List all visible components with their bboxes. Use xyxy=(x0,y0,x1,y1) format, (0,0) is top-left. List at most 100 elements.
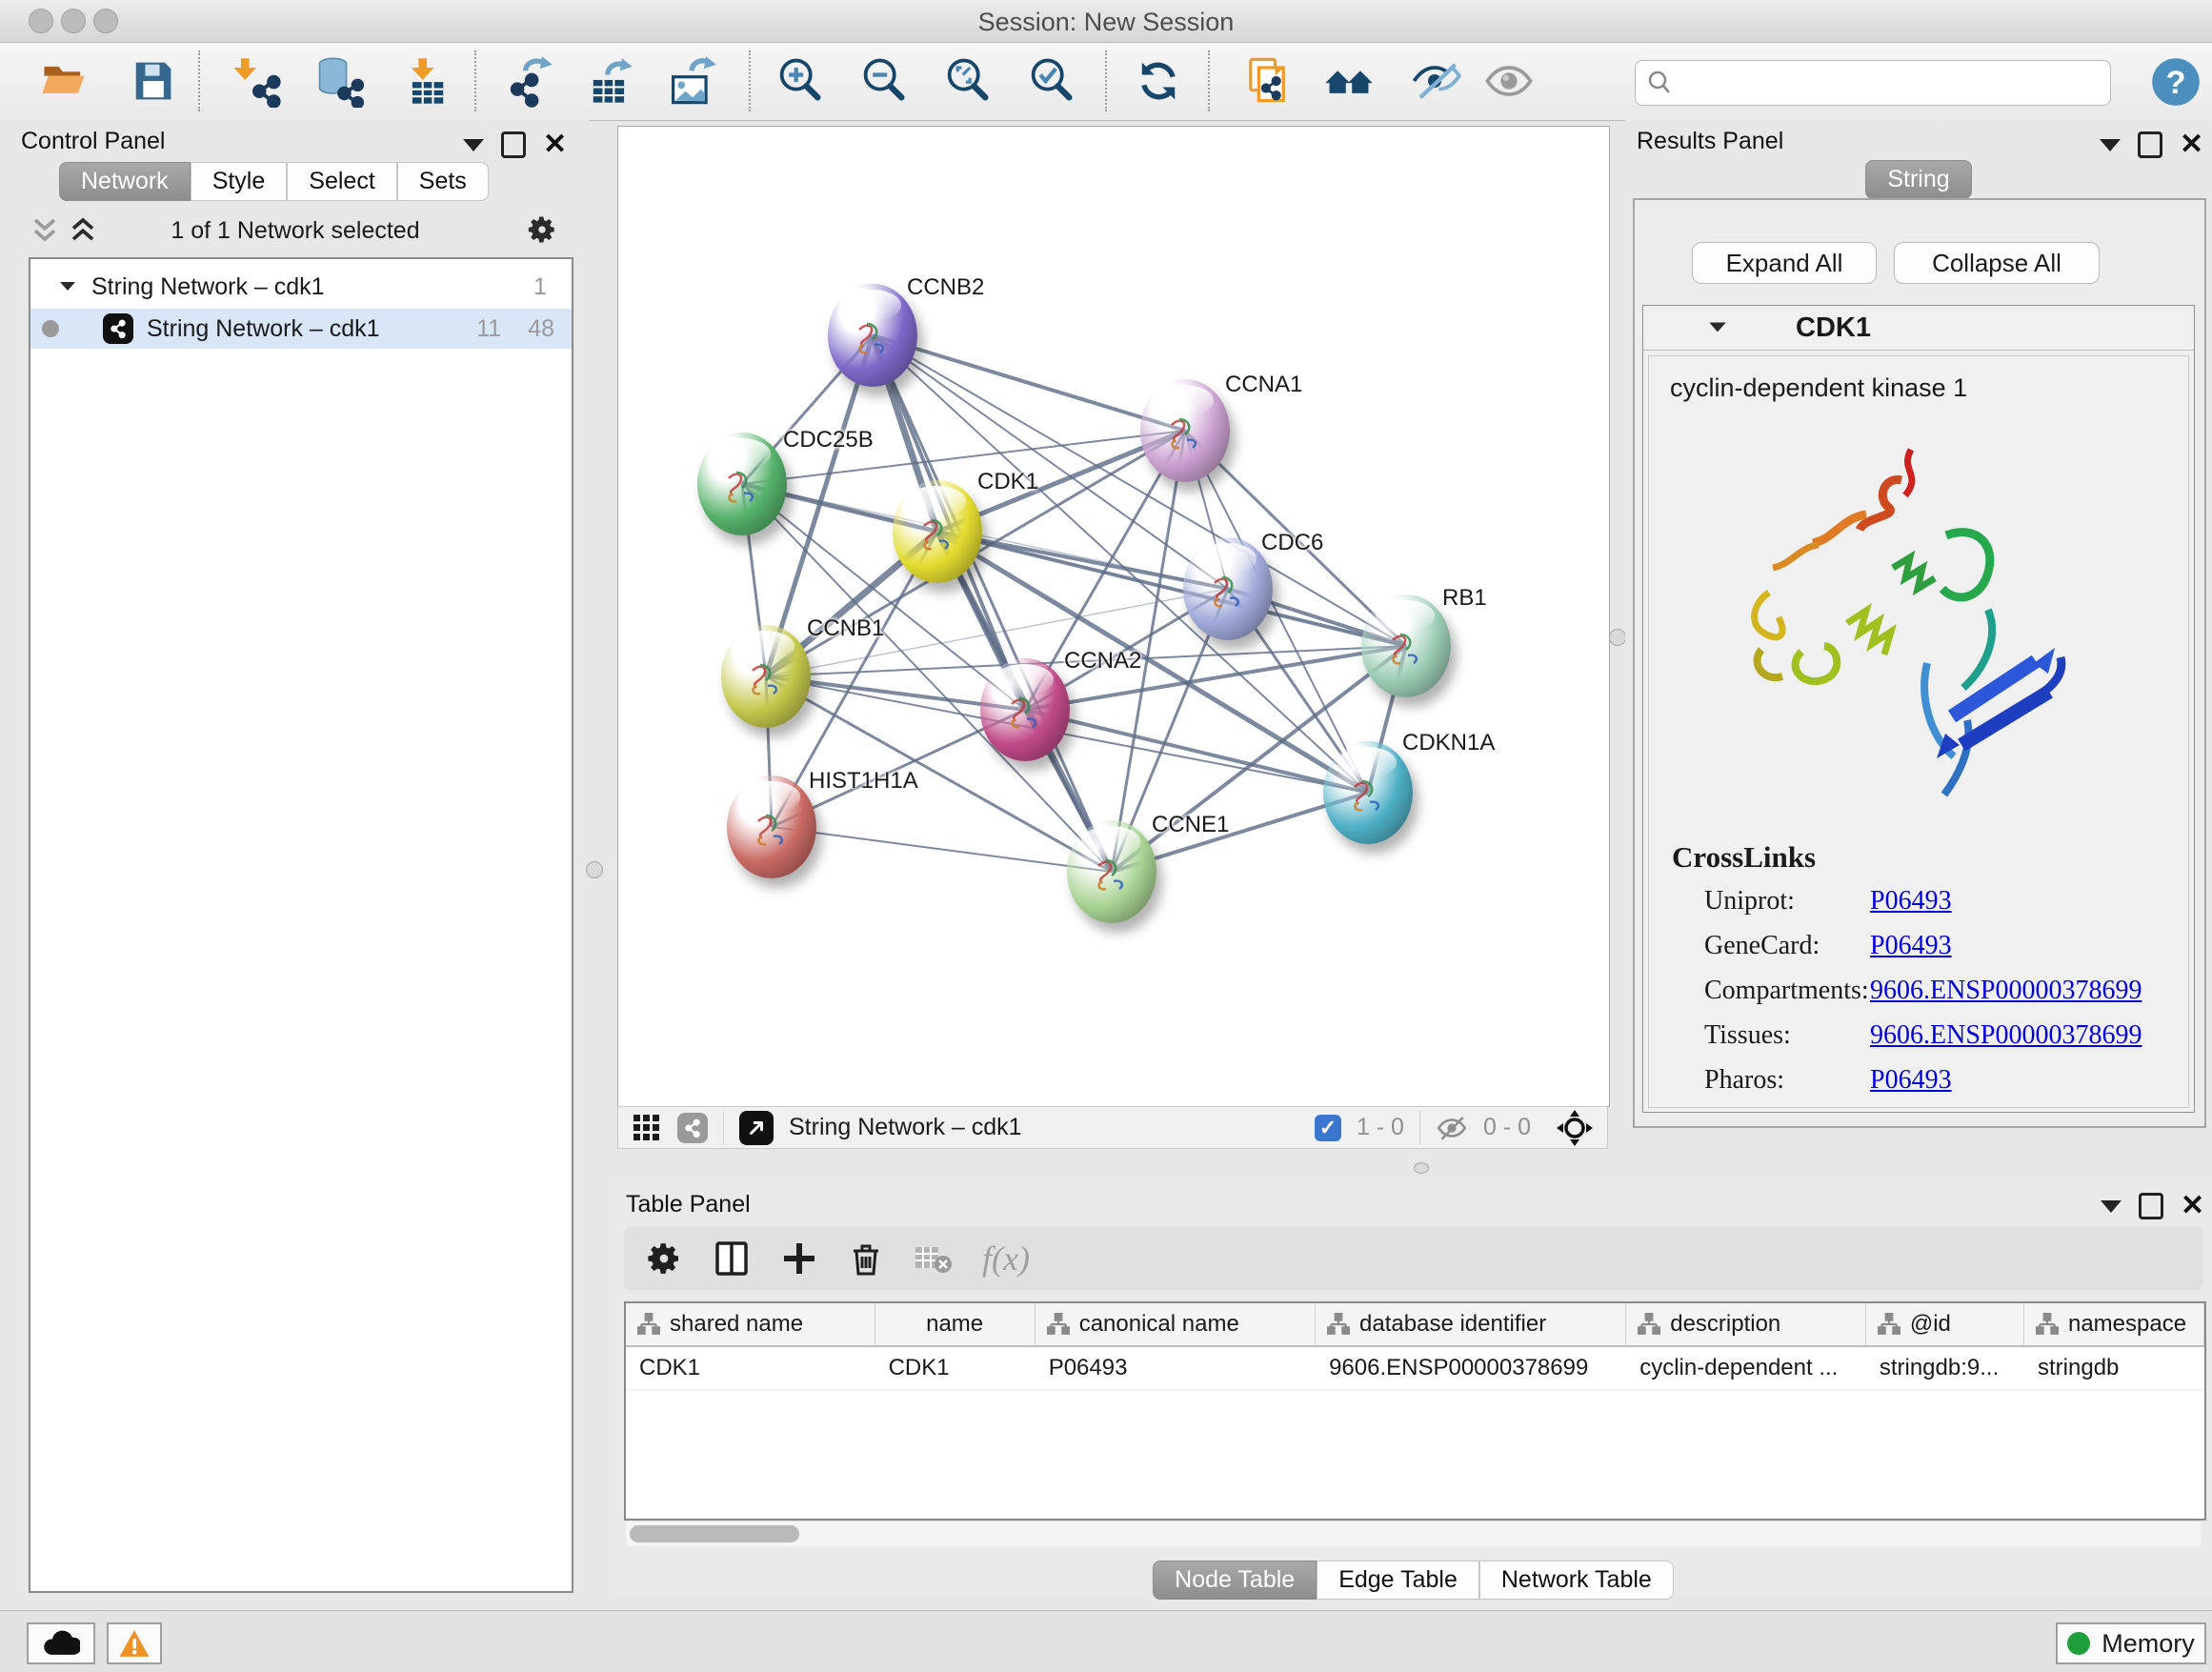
column-header--id[interactable]: @id xyxy=(1866,1303,2024,1345)
table-cell[interactable]: P06493 xyxy=(1036,1347,1316,1389)
tab-select[interactable]: Select xyxy=(287,162,396,201)
search-field[interactable] xyxy=(1635,60,2111,106)
zoom-out-icon[interactable] xyxy=(857,54,911,108)
table-cell[interactable]: stringdb:9... xyxy=(1866,1347,2024,1389)
column-header-name[interactable]: name xyxy=(875,1303,1036,1345)
tab-sets[interactable]: Sets xyxy=(397,162,489,201)
import-network-icon[interactable] xyxy=(229,54,282,108)
crosslink-link[interactable]: P06493 xyxy=(1870,931,1952,961)
network-row[interactable]: String Network – cdk1 11 48 xyxy=(30,309,572,349)
left-splitter-handle[interactable] xyxy=(586,861,603,878)
warning-status-button[interactable] xyxy=(107,1622,162,1664)
tab-style[interactable]: Style xyxy=(191,162,288,201)
zoom-selected-icon[interactable] xyxy=(1025,54,1078,108)
tab-node-table[interactable]: Node Table xyxy=(1153,1561,1317,1600)
refresh-icon[interactable] xyxy=(1132,54,1185,108)
column-header-database-identifier[interactable]: database identifier xyxy=(1316,1303,1626,1345)
delete-column-trash-icon[interactable] xyxy=(847,1239,885,1278)
import-table-icon[interactable] xyxy=(400,54,453,108)
scrollbar-thumb[interactable] xyxy=(630,1525,799,1542)
panel-maximize-icon[interactable] xyxy=(2138,131,2162,158)
crosslink-link[interactable]: P06493 xyxy=(1870,1065,1952,1096)
selected-nodes-checkbox-icon[interactable]: ✓ xyxy=(1315,1115,1341,1141)
open-session-icon[interactable] xyxy=(38,54,91,108)
cloud-status-button[interactable] xyxy=(27,1622,95,1664)
export-table-icon[interactable] xyxy=(583,54,636,108)
network-node-CCNA1[interactable] xyxy=(1140,379,1230,482)
birds-eye-view-icon[interactable] xyxy=(632,1113,662,1143)
bottom-splitter-handle[interactable] xyxy=(1414,1162,1429,1174)
export-network-icon[interactable] xyxy=(503,54,556,108)
tab-string[interactable]: String xyxy=(1865,160,1971,199)
panel-float-icon[interactable] xyxy=(2100,139,2121,151)
section-collapse-icon[interactable] xyxy=(1706,316,1729,339)
network-canvas[interactable]: CCNB2 CCNA1 CDC25B CDK1 CDC6 RB1 CCNB1 C… xyxy=(617,126,1610,1107)
network-node-CDK1[interactable] xyxy=(893,480,982,583)
search-input[interactable] xyxy=(1683,69,2110,97)
hide-selected-icon[interactable] xyxy=(1408,54,1461,108)
table-options-gear-icon[interactable] xyxy=(645,1239,683,1278)
network-node-CDC6[interactable] xyxy=(1183,537,1273,640)
panel-maximize-icon[interactable] xyxy=(2139,1193,2163,1219)
show-columns-icon[interactable] xyxy=(712,1239,752,1279)
export-image-icon[interactable] xyxy=(665,54,718,108)
add-column-icon[interactable] xyxy=(780,1239,818,1278)
save-session-icon[interactable] xyxy=(126,54,179,108)
import-network-from-database-icon[interactable] xyxy=(312,54,366,108)
table-cell[interactable]: CDK1 xyxy=(875,1347,1036,1389)
open-in-new-window-icon[interactable] xyxy=(739,1111,774,1145)
table-row[interactable]: CDK1CDK1P064939606.ENSP00000378699cyclin… xyxy=(626,1347,2204,1390)
panel-close-icon[interactable]: ✕ xyxy=(2180,134,2203,155)
column-header-description[interactable]: description xyxy=(1626,1303,1866,1345)
status-bar: Memory xyxy=(0,1610,2212,1672)
hidden-items-eye-icon[interactable] xyxy=(1436,1112,1468,1144)
right-splitter-handle[interactable] xyxy=(1609,629,1626,646)
table-cell[interactable]: CDK1 xyxy=(626,1347,875,1389)
zoom-fit-icon[interactable] xyxy=(941,54,995,108)
column-header-canonical-name[interactable]: canonical name xyxy=(1036,1303,1316,1345)
table-horizontal-scrollbar[interactable] xyxy=(626,1521,2201,1546)
network-node-count: 11 xyxy=(476,315,501,343)
network-node-RB1[interactable] xyxy=(1361,594,1451,697)
network-collection-row[interactable]: String Network – cdk1 1 xyxy=(30,267,572,307)
column-header-namespace[interactable]: namespace xyxy=(2024,1303,2204,1345)
network-node-CDC25B[interactable] xyxy=(697,433,787,535)
string-style-icon[interactable] xyxy=(677,1113,708,1143)
network-node-HIST1H1A[interactable] xyxy=(727,776,816,878)
collapse-all-button[interactable]: Collapse All xyxy=(1894,242,2100,284)
network-node-CCNB2[interactable] xyxy=(828,284,917,387)
memory-button[interactable]: Memory xyxy=(2056,1622,2206,1664)
zoom-in-icon[interactable] xyxy=(774,54,827,108)
clone-network-icon[interactable] xyxy=(1240,54,1294,108)
panel-close-icon[interactable]: ✕ xyxy=(2181,1196,2204,1217)
expand-all-networks-icon[interactable] xyxy=(69,215,97,244)
help-icon[interactable]: ? xyxy=(2149,55,2202,109)
gene-section-header[interactable]: CDK1 xyxy=(1643,306,2194,351)
network-node-CCNA2[interactable] xyxy=(980,658,1070,761)
first-neighbors-icon[interactable] xyxy=(1322,54,1376,108)
table-cell[interactable]: cyclin-dependent ... xyxy=(1626,1347,1866,1389)
crosslink-link[interactable]: 9606.ENSP00000378699 xyxy=(1870,1020,2142,1051)
tab-network[interactable]: Network xyxy=(59,162,191,201)
table-cell[interactable]: stringdb xyxy=(2024,1347,2204,1389)
panel-float-icon[interactable] xyxy=(463,139,484,151)
panel-float-icon[interactable] xyxy=(2101,1200,2122,1213)
crosslink-link[interactable]: 9606.ENSP00000378699 xyxy=(1870,976,2142,1006)
fit-content-crosshair-icon[interactable] xyxy=(1556,1109,1594,1147)
table-cell[interactable]: 9606.ENSP00000378699 xyxy=(1316,1347,1626,1389)
show-all-icon[interactable] xyxy=(1482,54,1536,108)
panel-close-icon[interactable]: ✕ xyxy=(543,134,567,155)
panel-maximize-icon[interactable] xyxy=(501,131,526,158)
tab-network-table[interactable]: Network Table xyxy=(1479,1561,1674,1600)
network-node-CDKN1A[interactable] xyxy=(1323,741,1413,844)
network-node-CCNB1[interactable] xyxy=(721,625,811,728)
crosslink-link[interactable]: P06493 xyxy=(1870,886,1952,917)
collection-expand-icon[interactable] xyxy=(57,276,78,297)
expand-all-button[interactable]: Expand All xyxy=(1692,242,1877,284)
collapse-all-networks-icon[interactable] xyxy=(30,215,59,244)
crosslinks-title: CrossLinks xyxy=(1672,840,1816,875)
column-header-shared-name[interactable]: shared name xyxy=(626,1303,875,1345)
tab-edge-table[interactable]: Edge Table xyxy=(1317,1561,1479,1600)
network-node-CCNE1[interactable] xyxy=(1067,820,1156,923)
network-options-gear-icon[interactable] xyxy=(526,213,558,246)
